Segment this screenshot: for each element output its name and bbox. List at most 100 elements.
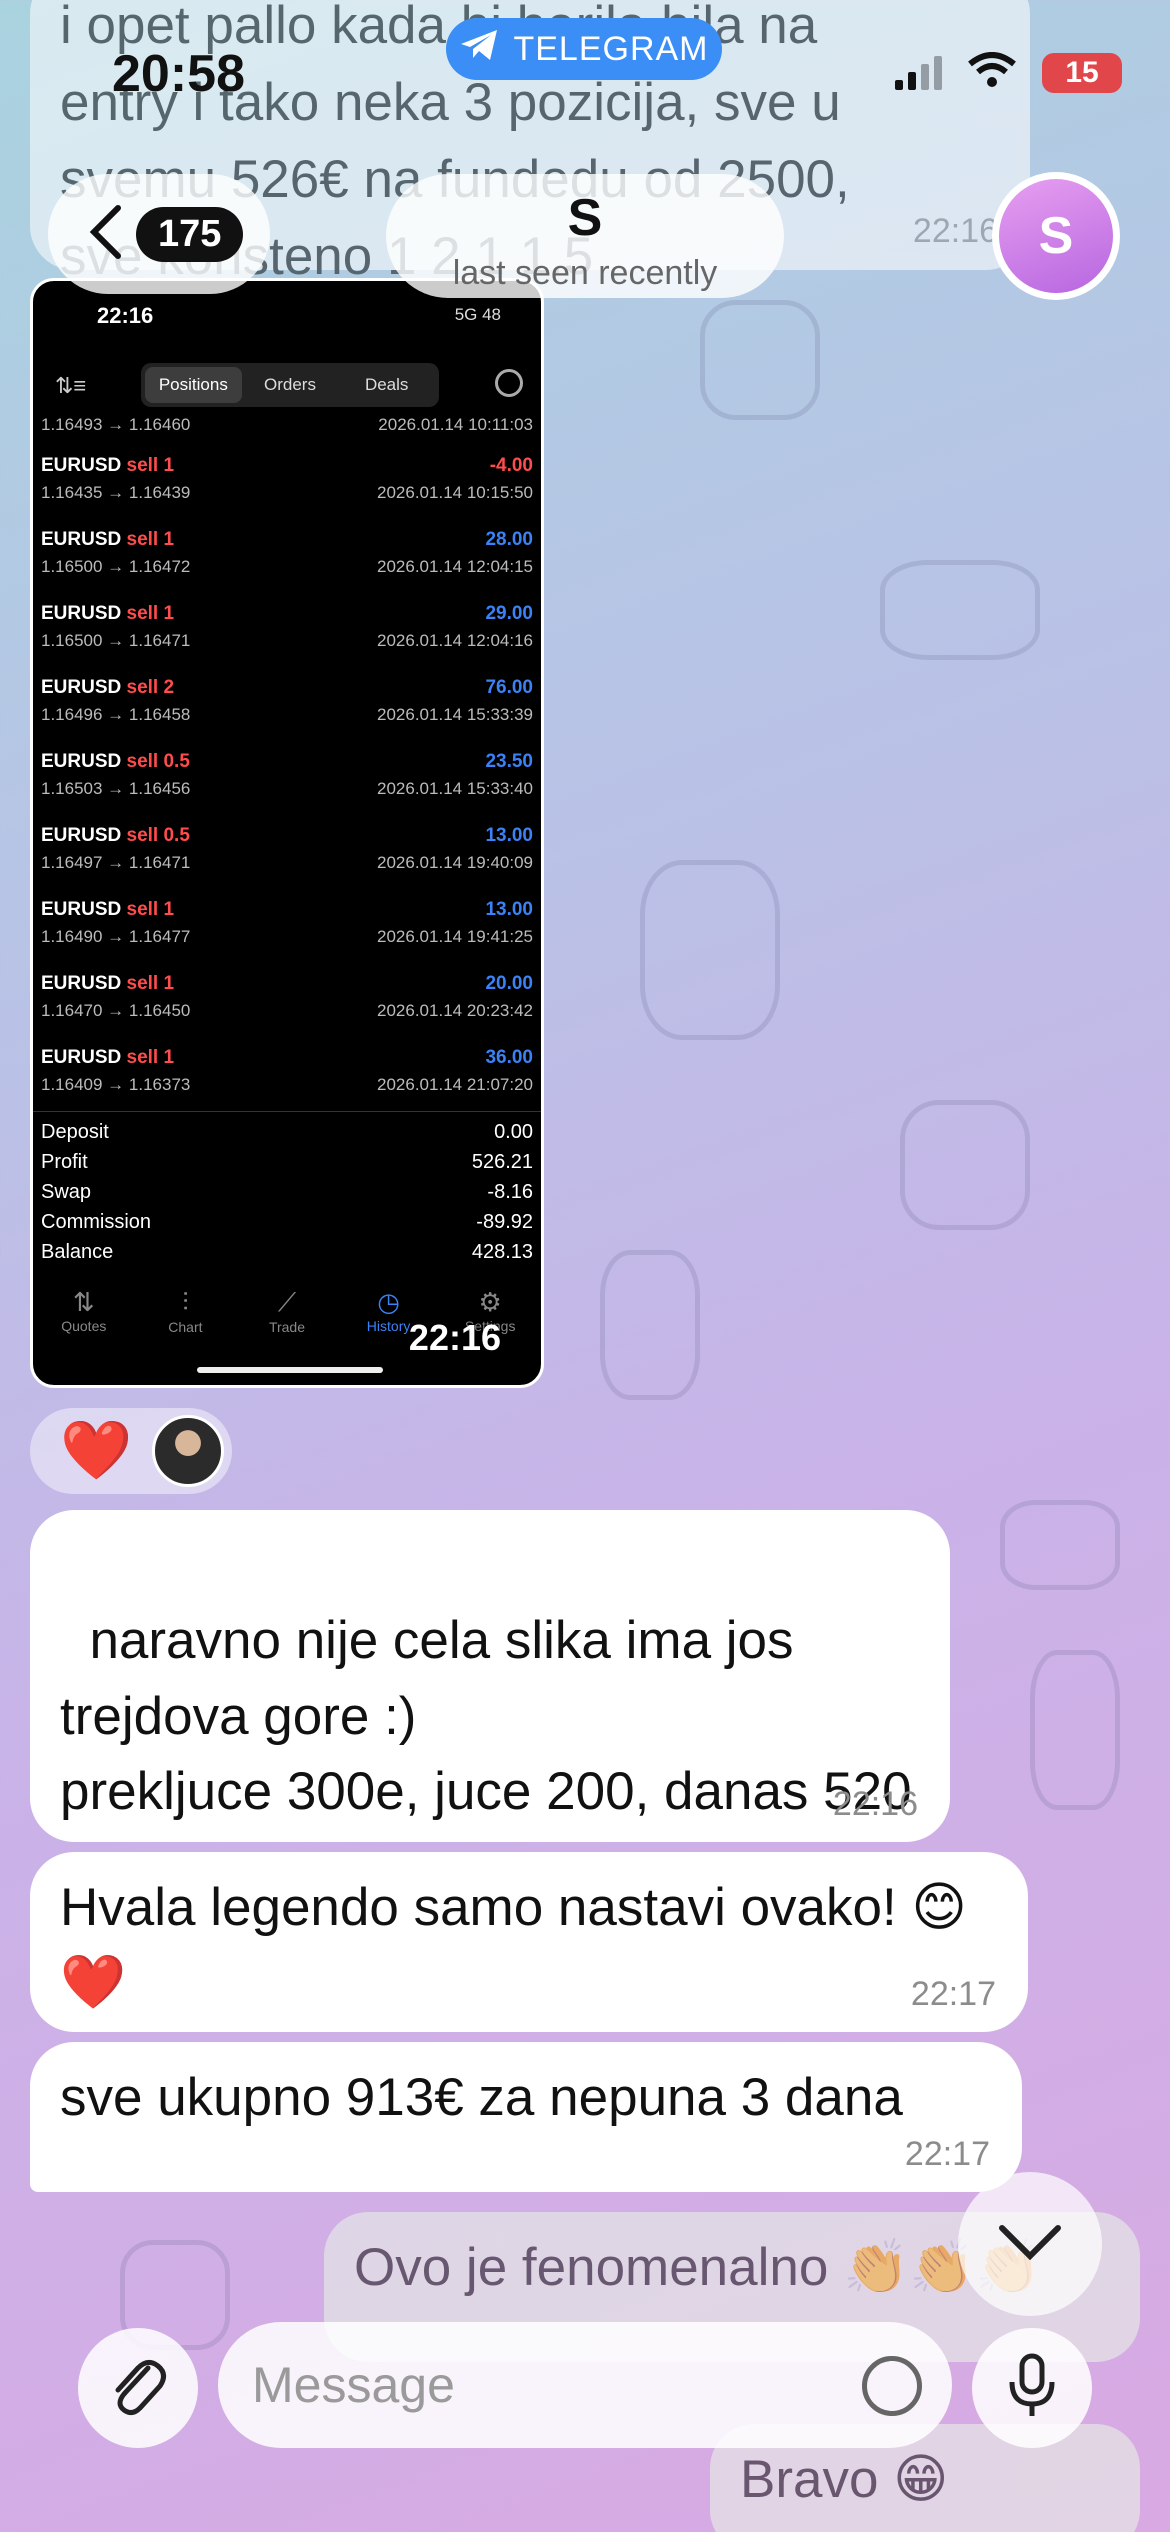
wifi-icon	[968, 52, 1016, 93]
summary-row: Swap -8.16	[33, 1181, 541, 1211]
scroll-down-button[interactable]	[958, 2172, 1102, 2316]
microphone-button[interactable]	[972, 2328, 1092, 2448]
message-bubble[interactable]: sve ukupno 913€ za nepuna 3 dana 22:17	[30, 2042, 1022, 2192]
deal-date: 2026.01.14 19:40:09	[377, 853, 533, 872]
deal-profit: 29.00	[485, 603, 533, 624]
contact-name: S	[567, 189, 603, 247]
summary-label: Commission	[41, 1211, 152, 1233]
nav-quotes: ⇅ Quotes	[33, 1281, 135, 1361]
unread-count-badge: 175	[136, 206, 244, 262]
message-bubble[interactable]: naravno nije cela slika ima jos trejdova…	[30, 1510, 950, 1842]
microphone-icon	[1008, 2352, 1056, 2425]
deal-row: EURUSD sell 0.5 13.00 1.16497 → 1.16471 202…	[33, 825, 541, 899]
deal-date: 2026.01.14 20:23:42	[377, 1001, 533, 1020]
deal-row: EURUSD sell 1 36.00 1.16409 → 1.16373 2026.…	[33, 1047, 541, 1121]
summary-value: 428.13	[471, 1241, 533, 1263]
deal-date: 2026.01.14 15:33:39	[377, 705, 533, 724]
quotes-icon: ⇅	[72, 1287, 95, 1317]
chart-icon: ⫶	[182, 1287, 189, 1317]
nav-trade: ⟋ Trade	[236, 1281, 338, 1361]
back-button[interactable]: 175	[48, 174, 270, 294]
history-icon: ◷	[377, 1287, 400, 1317]
divider	[33, 1111, 541, 1112]
nav-chart: ⫶ Chart	[135, 1281, 237, 1361]
deal-row: 1.16493 → 1.16460 2026.01.14 10:11:03	[33, 415, 541, 447]
message-input[interactable]	[218, 2322, 952, 2448]
deal-symbol: EURUSD sell 1	[41, 455, 175, 476]
summary-value: 526.21	[471, 1151, 533, 1173]
home-indicator	[197, 1367, 383, 1373]
message-text: Hvala legendo samo nastavi ovako! 😊❤️	[60, 1878, 967, 2013]
deal-prices: 1.16409 → 1.16373	[41, 1075, 191, 1094]
clock: 20:58	[112, 45, 245, 103]
sort-icon: ⇅≡	[55, 373, 87, 398]
deal-symbol: EURUSD sell 1	[41, 529, 175, 550]
deal-date: 2026.01.14 21:07:20	[377, 1075, 533, 1094]
summary-value: 0.00	[494, 1121, 533, 1143]
deal-date: 2026.01.14 12:04:15	[377, 557, 533, 576]
summary-row: Deposit 0.00	[33, 1121, 541, 1151]
sticker-icon[interactable]	[862, 2356, 922, 2416]
deal-row: EURUSD sell 1 28.00 1.16500 → 1.16472 2026.…	[33, 529, 541, 603]
signal-icon	[895, 55, 942, 90]
chat-title[interactable]: S last seen recently	[386, 174, 784, 298]
summary-value: -89.92	[476, 1211, 533, 1233]
summary-label: Swap	[41, 1181, 92, 1203]
avatar-letter: S	[999, 179, 1113, 293]
deal-profit: -4.00	[489, 455, 533, 476]
account-summary: Deposit 0.00 Profit 526.21 Swap -8.16 Commi…	[33, 1121, 541, 1271]
deal-side: sell 2	[126, 677, 175, 698]
system-icons: 15	[895, 52, 1122, 93]
attach-button[interactable]	[78, 2328, 198, 2448]
deal-symbol: EURUSD sell 1	[41, 603, 175, 624]
telegram-pill[interactable]: TELEGRAM	[446, 18, 722, 80]
contact-avatar[interactable]: S	[992, 172, 1120, 300]
heart-icon: ❤️	[60, 1418, 133, 1483]
deal-prices: 1.16496 → 1.16458	[41, 705, 191, 724]
deal-prices: 1.16470 → 1.16450	[41, 1001, 191, 1020]
deal-side: sell 0.5	[126, 751, 190, 772]
deal-profit: 13.00	[485, 899, 533, 920]
telegram-plane-icon	[459, 28, 499, 71]
image-message[interactable]: 22:16 5G 48 ⇅≡ Positions Orders Deals 1.…	[30, 278, 544, 1388]
deal-row: EURUSD sell 1 13.00 1.16490 → 1.16477 2026.…	[33, 899, 541, 973]
deal-date: 2026.01.14 19:41:25	[377, 927, 533, 946]
deal-side: sell 1	[126, 603, 175, 624]
clock-icon	[495, 369, 523, 397]
message-text: sve ukupno 913€ za nepuna 3 dana	[60, 2068, 903, 2127]
deal-side: sell 0.5	[126, 825, 190, 846]
deal-profit: 76.00	[485, 677, 533, 698]
message-time: 22:17	[910, 1974, 996, 2013]
deal-symbol: EURUSD sell 0.5	[41, 751, 190, 772]
deal-prices: 1.16500 → 1.16472	[41, 557, 191, 576]
summary-label: Balance	[41, 1241, 114, 1263]
image-tabs: Positions Orders Deals	[141, 363, 439, 407]
summary-label: Deposit	[41, 1121, 109, 1143]
deal-prices: 1.16497 → 1.16471	[41, 853, 191, 872]
deal-profit: 36.00	[485, 1047, 533, 1068]
deal-row: EURUSD sell 2 76.00 1.16496 → 1.16458 2026.…	[33, 677, 541, 751]
summary-value: -8.16	[487, 1181, 533, 1203]
deal-prices: 1.16500 → 1.16471	[41, 631, 191, 650]
summary-row: Commission -89.92	[33, 1211, 541, 1241]
message-time: 22:16	[832, 1784, 918, 1823]
deal-date: 2026.01.14 10:15:50	[377, 483, 533, 502]
deal-side: sell 1	[126, 1047, 175, 1068]
message-text: Ovo je fenomenalno 👏👏👏	[354, 2238, 1042, 2297]
deal-symbol: EURUSD sell 1	[41, 973, 175, 994]
summary-row: Balance 428.13	[33, 1241, 541, 1271]
message-bubble[interactable]: Hvala legendo samo nastavi ovako! 😊❤️ 22…	[30, 1852, 1028, 2032]
deal-row: EURUSD sell 1 29.00 1.16500 → 1.16471 2026.…	[33, 603, 541, 677]
paperclip-icon	[108, 2354, 168, 2423]
reaction-bar[interactable]: ❤️	[30, 1408, 232, 1494]
deal-symbol: EURUSD sell 0.5	[41, 825, 190, 846]
summary-label: Profit	[41, 1151, 88, 1173]
deal-row: EURUSD sell 0.5 23.50 1.16503 → 1.16456 202…	[33, 751, 541, 825]
deal-date: 2026.01.14 10:11:03	[378, 415, 533, 434]
deal-date: 2026.01.14 12:04:16	[377, 631, 533, 650]
deal-date: 2026.01.14 15:33:40	[377, 779, 533, 798]
status-bar: 20:58 TELEGRAM 15	[0, 0, 1170, 150]
message-composer	[0, 2316, 1170, 2466]
deal-symbol: EURUSD sell 2	[41, 677, 175, 698]
contact-status: last seen recently	[452, 254, 718, 292]
